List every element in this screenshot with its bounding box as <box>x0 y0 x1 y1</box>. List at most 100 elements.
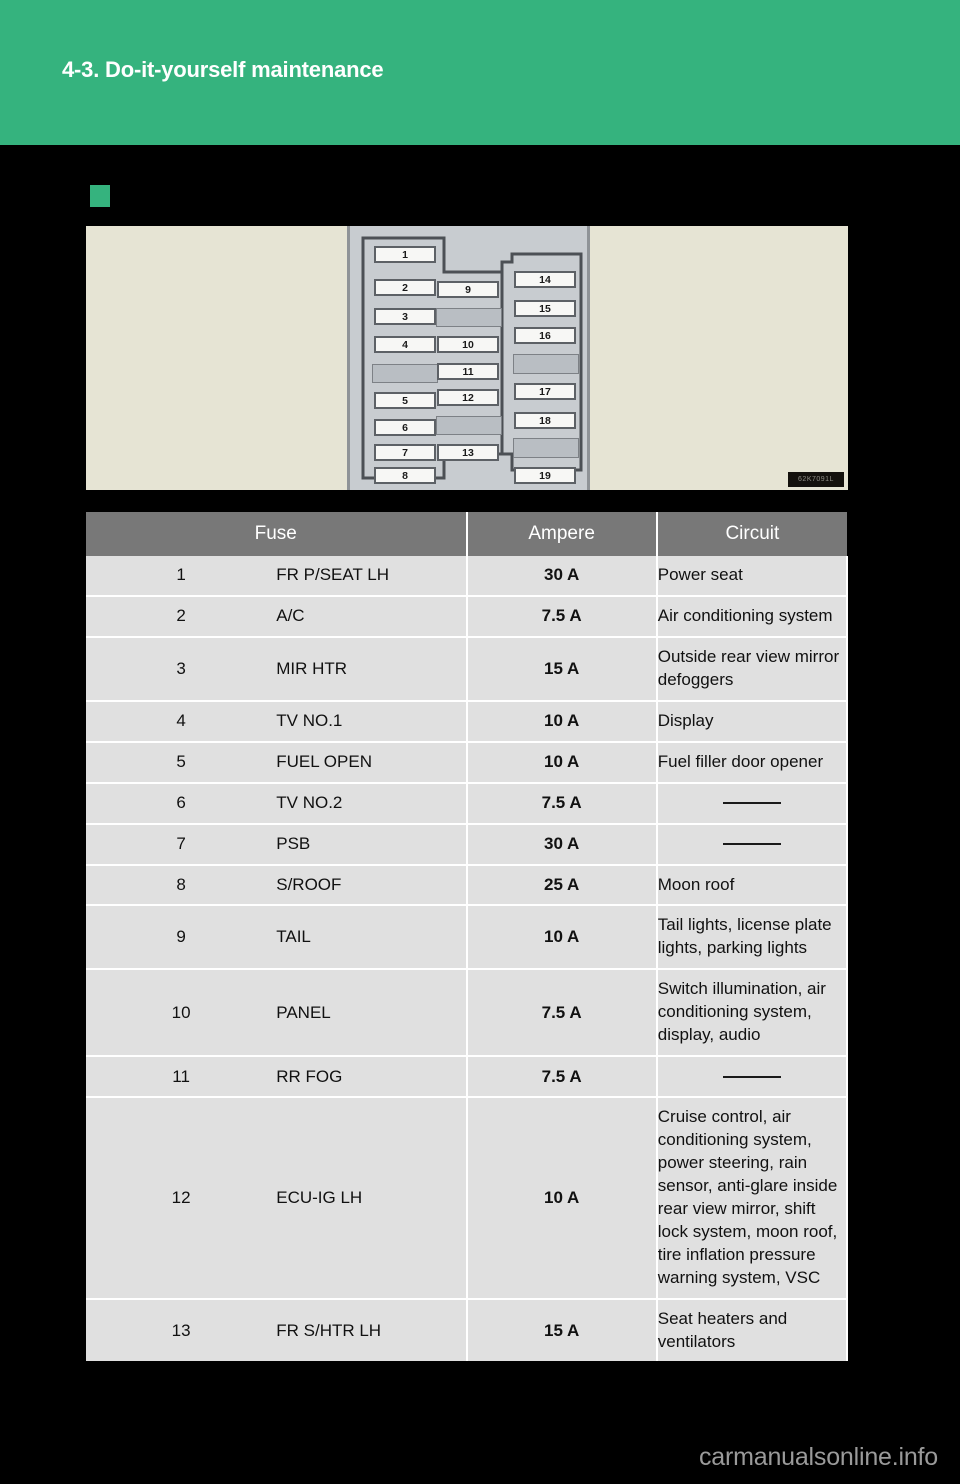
fuse-blank-mid-1 <box>436 308 502 327</box>
fuse-slot-5: 5 <box>374 391 436 410</box>
fuse-circuit: Fuel filler door opener <box>656 741 849 784</box>
fuse-circuit: Seat heaters and ventilators <box>656 1298 849 1362</box>
fuse-number: 2 <box>86 595 277 638</box>
section-bullet-icon <box>90 185 110 207</box>
fuse-ampere: 25 A <box>466 864 658 907</box>
fuse-circuit: Power seat <box>656 556 849 597</box>
table-header-row: Fuse Ampere Circuit <box>86 512 847 556</box>
fuse-slot-6: 6 <box>374 418 436 437</box>
fuse-slot-13: 13 <box>437 443 499 462</box>
fuse-circuit <box>656 823 849 866</box>
fuse-name: S/ROOF <box>276 864 468 907</box>
fuse-number: 12 <box>86 1097 277 1300</box>
fuse-name: FUEL OPEN <box>276 741 468 784</box>
fuse-name: PANEL <box>276 969 468 1058</box>
image-id-stamp: 62K7091L <box>788 472 844 487</box>
fuse-circuit: Air conditioning system <box>656 595 849 638</box>
fuse-ampere: 10 A <box>466 741 658 784</box>
fuse-number: 3 <box>86 636 277 702</box>
fuse-circuit <box>656 782 849 825</box>
fuse-slot-14: 14 <box>514 270 576 289</box>
fuse-slot-11: 11 <box>437 362 499 381</box>
fuse-circuit: Outside rear view mirror defoggers <box>656 636 849 702</box>
fuse-ampere: 7.5 A <box>466 1056 658 1099</box>
fuse-name: A/C <box>276 595 468 638</box>
fuse-slot-9: 9 <box>437 280 499 299</box>
fuse-number: 13 <box>86 1298 277 1362</box>
fuse-slot-16: 16 <box>514 326 576 345</box>
fuse-ampere: 30 A <box>466 823 658 866</box>
table-row: 12 ECU-IG LH 10 A Cruise control, air condi… <box>86 1097 849 1300</box>
fuse-slot-10: 10 <box>437 335 499 354</box>
table-row: 4 TV NO.1 10 A Display <box>86 700 849 743</box>
fuse-circuit: Cruise control, air conditioning system,… <box>656 1097 849 1300</box>
fuse-circuit <box>656 1056 849 1099</box>
table-row: 10 PANEL 7.5 A Switch illumination, air con… <box>86 969 849 1058</box>
fuse-ampere: 7.5 A <box>466 782 658 825</box>
fuse-number: 10 <box>86 969 277 1058</box>
fuse-circuit: Switch illumination, air conditioning sy… <box>656 969 849 1058</box>
fuse-name: TAIL <box>276 905 468 971</box>
table-body: 1 FR P/SEAT LH 30 A Power seat 2 A/C 7.5 A Air … <box>86 556 849 1362</box>
fuse-blank-left-1 <box>372 364 438 383</box>
fuse-slot-8: 8 <box>374 466 436 485</box>
fuse-name: PSB <box>276 823 468 866</box>
table-header: Fuse Ampere Circuit <box>86 512 847 556</box>
empty-circuit-dash <box>722 843 781 846</box>
fuse-circuit: Tail lights, license plate lights, parki… <box>656 905 849 971</box>
fuse-number: 6 <box>86 782 277 825</box>
fuse-name: MIR HTR <box>276 636 468 702</box>
table-row: 13 FR S/HTR LH 15 A Seat heaters and ventil… <box>86 1298 849 1362</box>
fuse-number: 11 <box>86 1056 277 1099</box>
fuse-circuit: Moon roof <box>656 864 849 907</box>
column-header-fuse: Fuse <box>86 512 468 556</box>
fuse-ampere: 10 A <box>466 1097 658 1300</box>
fusebox-panel: 1 2 3 4 5 6 7 8 9 10 11 12 13 14 15 16 1… <box>347 226 590 490</box>
column-header-ampere: Ampere <box>466 512 658 556</box>
chapter-header-bar: 4-3. Do-it-yourself maintenance <box>0 0 960 145</box>
fuse-name: FR P/SEAT LH <box>276 556 468 597</box>
fuse-ampere: 10 A <box>466 700 658 743</box>
table-row: 9 TAIL 10 A Tail lights, license plate ligh… <box>86 905 849 971</box>
fuse-ampere: 7.5 A <box>466 595 658 638</box>
fuse-blank-right-2 <box>513 438 579 458</box>
fuse-ampere: 15 A <box>466 636 658 702</box>
fuse-slot-17: 17 <box>514 382 576 401</box>
fuse-name: RR FOG <box>276 1056 468 1099</box>
column-header-circuit: Circuit <box>656 512 847 556</box>
fuse-ampere: 7.5 A <box>466 969 658 1058</box>
fuse-slot-18: 18 <box>514 411 576 430</box>
table-row: 11 RR FOG 7.5 A <box>86 1056 849 1099</box>
fuse-name: ECU-IG LH <box>276 1097 468 1300</box>
fuse-slot-15: 15 <box>514 299 576 318</box>
fuse-slot-3: 3 <box>374 307 436 326</box>
fuse-specification-table: Fuse Ampere Circuit 1 FR P/SEAT LH 30 A Pow… <box>86 512 849 1362</box>
fuse-number: 7 <box>86 823 277 866</box>
fuse-ampere: 30 A <box>466 556 658 597</box>
fuse-slot-7: 7 <box>374 443 436 462</box>
fuse-number: 4 <box>86 700 277 743</box>
table-row: 8 S/ROOF 25 A Moon roof <box>86 864 849 907</box>
fuse-slot-19: 19 <box>514 466 576 485</box>
manual-page: 4-3. Do-it-yourself maintenance 1 2 3 4 … <box>0 0 960 1484</box>
site-watermark: carmanualsonline.info <box>698 1443 938 1471</box>
fuse-name: TV NO.1 <box>276 700 468 743</box>
table-row: 5 FUEL OPEN 10 A Fuel filler door opener <box>86 741 849 784</box>
fuse-name: TV NO.2 <box>276 782 468 825</box>
table-row: 2 A/C 7.5 A Air conditioning system <box>86 595 849 638</box>
fusebox-illustration: 1 2 3 4 5 6 7 8 9 10 11 12 13 14 15 16 1… <box>86 226 848 490</box>
page-title: 4-3. Do-it-yourself maintenance <box>62 57 384 82</box>
fuse-circuit: Display <box>656 700 849 743</box>
fuse-number: 9 <box>86 905 277 971</box>
fuse-slot-4: 4 <box>374 335 436 354</box>
fuse-blank-mid-2 <box>436 416 502 435</box>
fuse-name: FR S/HTR LH <box>276 1298 468 1362</box>
fuse-ampere: 15 A <box>466 1298 658 1362</box>
fuse-slot-12: 12 <box>437 388 499 407</box>
fuse-number: 1 <box>86 556 277 597</box>
fuse-slot-2: 2 <box>374 278 436 297</box>
fuse-number: 8 <box>86 864 277 907</box>
fuse-slot-1: 1 <box>374 245 436 264</box>
table-row: 1 FR P/SEAT LH 30 A Power seat <box>86 556 849 597</box>
empty-circuit-dash <box>722 802 781 805</box>
